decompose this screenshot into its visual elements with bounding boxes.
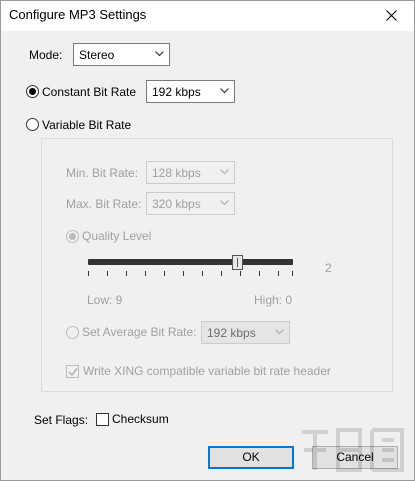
dialog-window: Configure MP3 Settings Mode: Stereo Cons…: [0, 0, 415, 481]
close-icon: [386, 10, 397, 21]
variable-bit-rate-radio[interactable]: [26, 118, 39, 131]
constant-bit-rate-radio[interactable]: [26, 85, 39, 98]
max-bit-rate-label: Max. Bit Rate:: [66, 197, 142, 211]
min-bit-rate-value: 128 kbps: [152, 166, 201, 180]
title-bar[interactable]: Configure MP3 Settings: [1, 1, 414, 31]
mode-select[interactable]: Stereo: [73, 43, 170, 66]
xing-header-label: Write XING compatible variable bit rate …: [83, 364, 331, 378]
checkmark-icon: [68, 368, 78, 377]
mode-select-value: Stereo: [79, 48, 115, 62]
checksum-label[interactable]: Checksum: [112, 412, 169, 426]
quality-high-label: High: 0: [254, 293, 293, 307]
mode-label: Mode:: [29, 48, 63, 62]
max-bit-rate-select[interactable]: 320 kbps: [146, 192, 235, 215]
average-bit-rate-radio[interactable]: [66, 326, 79, 339]
ok-button[interactable]: OK: [208, 446, 294, 469]
average-bit-rate-label: Set Average Bit Rate:: [82, 325, 197, 339]
quality-slider-thumb[interactable]: [232, 255, 243, 270]
xing-header-checkbox[interactable]: [66, 365, 79, 378]
max-bit-rate-value: 320 kbps: [152, 197, 201, 211]
quality-low-label: Low: 9: [87, 293, 123, 307]
average-bit-rate-select[interactable]: 192 kbps: [201, 321, 290, 344]
constant-bit-rate-value: 192 kbps: [152, 85, 201, 99]
constant-bit-rate-label[interactable]: Constant Bit Rate: [42, 85, 136, 99]
watermark-logo: [302, 428, 404, 472]
set-flags-label: Set Flags:: [34, 413, 89, 427]
quality-value: 2: [325, 261, 332, 275]
variable-bit-rate-label[interactable]: Variable Bit Rate: [42, 118, 131, 132]
chevron-down-icon: [275, 329, 284, 335]
quality-level-radio[interactable]: [66, 230, 79, 243]
quality-level-label: Quality Level: [82, 229, 152, 243]
chevron-down-icon: [155, 51, 164, 57]
quality-slider-ticks: [88, 271, 293, 277]
min-bit-rate-select[interactable]: 128 kbps: [146, 161, 235, 184]
chevron-down-icon: [220, 200, 229, 206]
close-button[interactable]: [370, 1, 414, 31]
average-bit-rate-value: 192 kbps: [207, 326, 256, 340]
constant-bit-rate-select[interactable]: 192 kbps: [146, 80, 235, 103]
chevron-down-icon: [220, 88, 229, 94]
checksum-checkbox[interactable]: [96, 413, 109, 426]
quality-slider-track[interactable]: [88, 259, 293, 265]
window-title: Configure MP3 Settings: [9, 7, 147, 22]
chevron-down-icon: [220, 169, 229, 175]
min-bit-rate-label: Min. Bit Rate:: [66, 166, 139, 180]
